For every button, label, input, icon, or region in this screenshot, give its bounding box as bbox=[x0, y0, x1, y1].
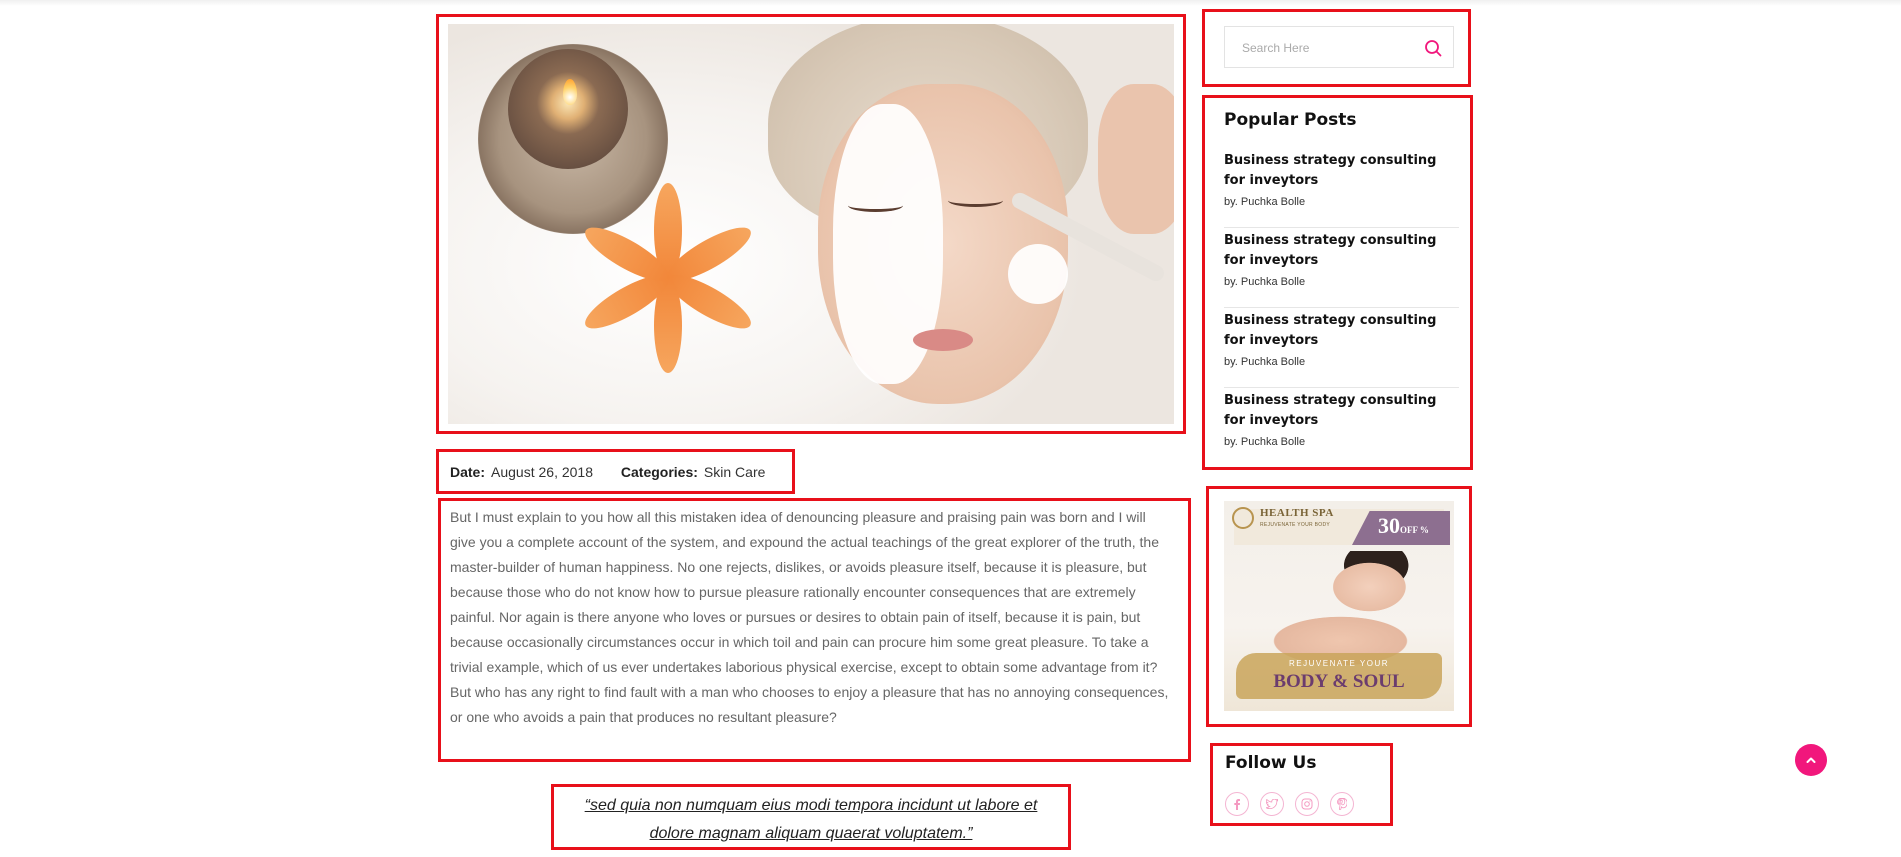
categories-label: Categories: bbox=[620, 464, 698, 480]
popular-posts-title: Popular Posts bbox=[1224, 110, 1357, 130]
follow-widget: Follow Us bbox=[1210, 743, 1393, 826]
category-link[interactable]: Skin Care bbox=[704, 464, 765, 480]
search-field bbox=[1224, 26, 1454, 69]
list-item: Business strategy consulting for inveyto… bbox=[1224, 148, 1459, 228]
post-author: by. Puchka Bolle bbox=[1224, 276, 1306, 288]
ad-banner[interactable]: HEALTH SPA REJUVENATE YOUR BODY 30OFF % … bbox=[1224, 501, 1454, 711]
search-widget bbox=[1202, 9, 1471, 87]
scroll-to-top-button[interactable] bbox=[1795, 744, 1827, 776]
facebook-icon[interactable] bbox=[1225, 792, 1249, 816]
search-icon[interactable] bbox=[1423, 38, 1443, 58]
search-input[interactable] bbox=[1225, 27, 1434, 69]
pinterest-icon[interactable] bbox=[1330, 792, 1354, 816]
ad-tagline: REJUVENATE YOUR BODY bbox=[1260, 522, 1330, 528]
ad-line-2: BODY & SOUL bbox=[1273, 671, 1405, 692]
quote-text: “sed quia non numquam eius modi tempora … bbox=[584, 797, 1038, 842]
date-label: Date: bbox=[450, 464, 486, 480]
social-links bbox=[1225, 792, 1354, 816]
date-value: August 26, 2018 bbox=[491, 464, 593, 480]
post-link[interactable]: Business strategy consulting for inveyto… bbox=[1224, 391, 1459, 431]
post-author: by. Puchka Bolle bbox=[1224, 356, 1306, 368]
chevron-up-icon bbox=[1806, 757, 1816, 763]
popular-posts-list: Business strategy consulting for inveyto… bbox=[1224, 148, 1459, 468]
post-link[interactable]: Business strategy consulting for inveyto… bbox=[1224, 151, 1459, 191]
ad-widget: HEALTH SPA REJUVENATE YOUR BODY 30OFF % … bbox=[1206, 486, 1472, 727]
discount-value: 30OFF % bbox=[1378, 513, 1429, 538]
ad-line-1: REJUVENATE YOUR bbox=[1289, 659, 1389, 668]
blockquote: “sed quia non numquam eius modi tempora … bbox=[551, 784, 1071, 850]
popular-posts-widget: Popular Posts Business strategy consulti… bbox=[1202, 95, 1473, 470]
list-item: Business strategy consulting for inveyto… bbox=[1224, 308, 1459, 388]
post-paragraph: But I must explain to you how all this m… bbox=[450, 509, 1169, 725]
instagram-icon[interactable] bbox=[1295, 792, 1319, 816]
post-link[interactable]: Business strategy consulting for inveyto… bbox=[1224, 231, 1459, 271]
header-shadow bbox=[0, 0, 1901, 6]
post-link[interactable]: Business strategy consulting for inveyto… bbox=[1224, 311, 1459, 351]
list-item: Business strategy consulting for inveyto… bbox=[1224, 228, 1459, 308]
ad-brand: HEALTH SPA bbox=[1260, 507, 1334, 519]
follow-title: Follow Us bbox=[1225, 753, 1317, 773]
featured-image-frame bbox=[436, 14, 1186, 434]
twitter-icon[interactable] bbox=[1260, 792, 1284, 816]
post-author: by. Puchka Bolle bbox=[1224, 196, 1306, 208]
featured-image bbox=[448, 24, 1174, 424]
list-item: Business strategy consulting for inveyto… bbox=[1224, 388, 1459, 468]
post-meta: Date: August 26, 2018 Categories: Skin Car… bbox=[436, 449, 795, 494]
post-body: But I must explain to you how all this m… bbox=[438, 498, 1191, 762]
post-author: by. Puchka Bolle bbox=[1224, 436, 1306, 448]
spa-logo-icon bbox=[1232, 507, 1254, 529]
